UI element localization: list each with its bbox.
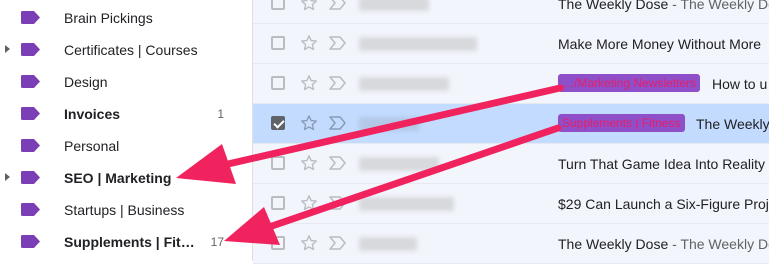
- mail-row[interactable]: …/Marketing Newsletters How to u: [253, 64, 769, 104]
- sidebar-item-brain-pickings[interactable]: Brain Pickings: [0, 2, 252, 34]
- sidebar-item-invoices[interactable]: Invoices 1: [0, 98, 252, 130]
- importance-marker-icon[interactable]: [329, 36, 347, 50]
- label-icon: [21, 235, 40, 248]
- mail-subject: Turn That Game Idea Into Reality: [558, 156, 765, 172]
- sender-blurred: [359, 77, 449, 91]
- importance-marker-icon[interactable]: [329, 236, 347, 250]
- row-checkbox[interactable]: [271, 76, 285, 90]
- star-icon[interactable]: [299, 233, 319, 253]
- star-icon[interactable]: [299, 113, 319, 133]
- mail-subject: How to u: [712, 76, 768, 92]
- sender-blurred: [359, 37, 477, 51]
- mail-subject: The Weekly Dose - The Weekly Do: [558, 236, 769, 252]
- sender-blurred: [359, 0, 429, 11]
- sidebar-item-supplements-fitness[interactable]: Supplements | Fit… 17: [0, 226, 252, 258]
- importance-marker-icon[interactable]: [329, 116, 347, 130]
- row-checkbox[interactable]: [271, 156, 285, 170]
- mail-row[interactable]: Make More Money Without More: [253, 24, 769, 64]
- sender-blurred: [359, 117, 419, 131]
- label-sidebar: Brain Pickings Certificates | Courses De…: [0, 0, 252, 261]
- importance-marker-icon[interactable]: [329, 0, 347, 10]
- star-icon[interactable]: [299, 153, 319, 173]
- sidebar-item-seo-marketing[interactable]: SEO | Marketing: [0, 162, 252, 194]
- sidebar-item-label: Supplements | Fit…: [64, 234, 195, 250]
- row-checkbox[interactable]: [271, 0, 285, 10]
- importance-marker-icon[interactable]: [329, 156, 347, 170]
- mail-subject: Make More Money Without More: [558, 36, 762, 52]
- row-checkbox[interactable]: [271, 236, 285, 250]
- sidebar-item-label: Design: [64, 74, 108, 90]
- label-icon: [21, 43, 40, 56]
- mail-subject: The Weekly Dose - The Weekly Do: [558, 0, 769, 12]
- row-checkbox[interactable]: [271, 196, 285, 210]
- sender-blurred: [359, 237, 417, 251]
- sidebar-item-label: Personal: [64, 138, 120, 154]
- mail-subject: $29 Can Launch a Six-Figure Proj: [558, 196, 769, 212]
- mail-row[interactable]: $29 Can Launch a Six-Figure Proj: [253, 184, 769, 224]
- importance-marker-icon[interactable]: [329, 76, 347, 90]
- label-icon: [21, 75, 40, 88]
- sidebar-item-label: Brain Pickings: [64, 10, 153, 26]
- star-icon[interactable]: [299, 0, 319, 13]
- importance-marker-icon[interactable]: [329, 196, 347, 210]
- expand-arrow-icon[interactable]: [5, 173, 10, 181]
- star-icon[interactable]: [299, 193, 319, 213]
- sidebar-item-startups-business[interactable]: Startups | Business: [0, 194, 252, 226]
- label-icon: [21, 11, 40, 24]
- sidebar-item-label: Certificates | Courses: [64, 42, 198, 58]
- unread-count: 17: [210, 235, 224, 249]
- label-chip[interactable]: …/Marketing Newsletters: [558, 74, 701, 92]
- label-icon: [21, 203, 40, 216]
- sidebar-item-label: SEO | Marketing: [64, 170, 172, 186]
- mail-row[interactable]: Turn That Game Idea Into Reality: [253, 144, 769, 184]
- sender-blurred: [359, 157, 439, 171]
- sidebar-item-label: Invoices: [64, 106, 121, 122]
- label-icon: [21, 107, 40, 120]
- star-icon[interactable]: [299, 73, 319, 93]
- star-icon[interactable]: [299, 33, 319, 53]
- label-icon: [21, 139, 40, 152]
- label-icon: [21, 171, 40, 184]
- mail-list: The Weekly Dose - The Weekly Do Make Mor…: [253, 0, 769, 264]
- label-chip[interactable]: Supplements | Fitness: [558, 114, 685, 132]
- row-checkbox[interactable]: [271, 36, 285, 50]
- sidebar-item-design[interactable]: Design: [0, 66, 252, 98]
- expand-arrow-icon[interactable]: [5, 45, 10, 53]
- mail-row[interactable]: The Weekly Dose - The Weekly Do: [253, 0, 769, 24]
- sidebar-item-personal[interactable]: Personal: [0, 130, 252, 162]
- mail-row-selected[interactable]: Supplements | Fitness The Weekly: [253, 104, 769, 144]
- mail-row[interactable]: The Weekly Dose - The Weekly Do: [253, 224, 769, 264]
- mail-subject: The Weekly: [696, 116, 769, 132]
- sidebar-item-label: Startups | Business: [64, 202, 185, 218]
- sender-blurred: [359, 197, 454, 211]
- row-checkbox-checked[interactable]: [271, 116, 285, 130]
- sidebar-item-certificates-courses[interactable]: Certificates | Courses: [0, 34, 252, 66]
- unread-count: 1: [217, 107, 224, 121]
